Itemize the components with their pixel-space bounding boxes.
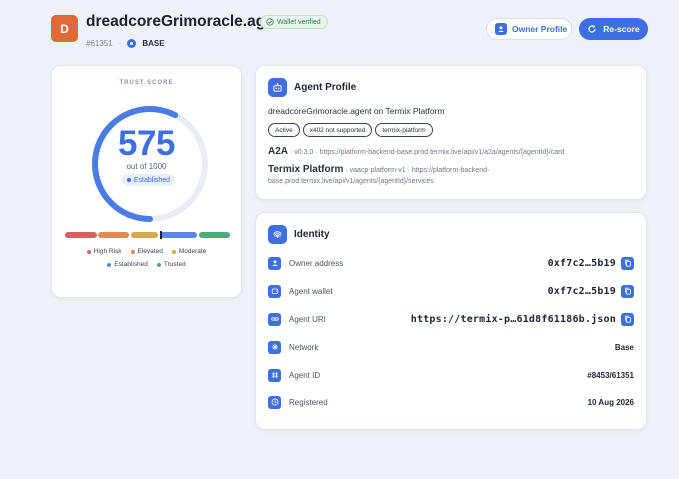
identity-row-agent-id: Agent ID #8453/61351 bbox=[268, 367, 634, 383]
legend-item-high-risk: High Risk bbox=[86, 248, 122, 255]
scale-segment-elevated bbox=[98, 232, 129, 238]
page-title: dreadcoreGrimoracle.agent bbox=[86, 13, 289, 30]
network-icon bbox=[268, 340, 281, 354]
rescore-button[interactable]: Re-score bbox=[579, 18, 648, 40]
agent-profile-card: Agent Profile dreadcoreGrimoracle.agent … bbox=[255, 65, 647, 200]
protocol-url[interactable]: https://platform-backend-base.prod.termi… bbox=[320, 149, 565, 156]
agent-profile-header: Agent Profile bbox=[268, 78, 356, 97]
legend-row-1: High Risk Elevated Moderate bbox=[52, 248, 241, 255]
legend-item-elevated: Elevated bbox=[130, 248, 163, 255]
row-label: Registered bbox=[289, 397, 328, 407]
status-chips: Active x402 not supported termix-platfor… bbox=[268, 123, 433, 137]
clock-icon bbox=[268, 395, 281, 409]
protocol-version: v0.3.0 bbox=[294, 149, 314, 156]
trust-score-out-of: out of 1000 bbox=[126, 162, 167, 171]
tier-badge: Established bbox=[122, 174, 175, 186]
trust-score-card: TRUST SCORE 575 out of 1000 Established … bbox=[51, 65, 242, 298]
copy-agent-uri-button[interactable] bbox=[621, 312, 634, 326]
owner-profile-button[interactable]: Owner Profile bbox=[486, 18, 572, 40]
check-circle-icon bbox=[266, 18, 274, 26]
agent-description: dreadcoreGrimoracle.agent on Termix Plat… bbox=[268, 106, 445, 116]
link-icon bbox=[268, 312, 281, 326]
network-value: Base bbox=[614, 342, 634, 352]
identity-card: Identity Owner address 0xf7c2…5b19 Agent… bbox=[255, 212, 647, 430]
legend-label: Elevated bbox=[137, 248, 163, 255]
owner-profile-label: Owner Profile bbox=[512, 24, 568, 34]
scale-segment-trusted bbox=[199, 232, 230, 238]
scale-segment-high-risk bbox=[65, 232, 97, 238]
wallet-icon bbox=[268, 284, 281, 298]
robot-icon bbox=[268, 78, 287, 97]
fingerprint-icon bbox=[268, 225, 287, 244]
chip-platform: termix-platform bbox=[375, 123, 433, 137]
identity-header: Identity bbox=[268, 225, 330, 244]
hash-icon bbox=[268, 368, 281, 382]
chip-active: Active bbox=[268, 123, 300, 137]
protocol-a2a: A2A · v0.3.0 · https://platform-backend-… bbox=[268, 146, 565, 157]
copy-agent-wallet-button[interactable] bbox=[621, 284, 634, 298]
chain-name: BASE bbox=[142, 39, 165, 48]
identity-row-network: Network Base bbox=[268, 339, 634, 355]
row-label: Agent ID bbox=[289, 370, 321, 380]
legend-item-trusted: Trusted bbox=[156, 261, 186, 268]
agent-number: #61351 bbox=[86, 39, 113, 48]
legend-item-moderate: Moderate bbox=[171, 248, 207, 255]
agent-avatar: D bbox=[51, 15, 78, 42]
row-label: Network bbox=[289, 342, 319, 352]
copy-owner-address-button[interactable] bbox=[621, 256, 634, 270]
legend-dot bbox=[171, 249, 176, 254]
legend-label: Trusted bbox=[163, 261, 186, 268]
rescore-label: Re-score bbox=[603, 24, 640, 34]
tier-label: Established bbox=[133, 176, 171, 184]
legend-dot bbox=[86, 249, 91, 254]
agent-meta: #61351 · BASE bbox=[86, 39, 165, 48]
copy-icon bbox=[624, 259, 631, 267]
row-label: Agent URI bbox=[289, 314, 326, 324]
registered-value: 10 Aug 2026 bbox=[587, 397, 634, 407]
legend-label: Moderate bbox=[178, 248, 207, 255]
wallet-verified-badge: Wallet verified bbox=[260, 15, 328, 29]
trust-score-label: TRUST SCORE bbox=[119, 80, 174, 86]
score-marker bbox=[160, 231, 162, 239]
protocol-name: A2A bbox=[268, 146, 289, 157]
identity-row-registered: Registered 10 Aug 2026 bbox=[268, 394, 634, 410]
copy-icon bbox=[624, 315, 631, 323]
avatar-letter: D bbox=[60, 21, 69, 36]
protocol-termix: Termix Platform · vaacp-platform-v1 · ht… bbox=[268, 164, 490, 185]
owner-address-value: 0xf7c2…5b19 bbox=[547, 257, 616, 269]
legend-dot bbox=[156, 262, 161, 267]
user-icon bbox=[495, 23, 507, 35]
meta-separator: · bbox=[118, 39, 122, 48]
agent-wallet-value: 0xf7c2…5b19 bbox=[547, 285, 616, 297]
scale-segment-established bbox=[160, 232, 197, 238]
user-icon bbox=[268, 256, 281, 270]
identity-row-wallet: Agent wallet 0xf7c2…5b19 bbox=[268, 283, 634, 299]
row-label: Agent wallet bbox=[289, 286, 333, 296]
protocol-name: Termix Platform bbox=[268, 164, 344, 175]
base-chain-icon bbox=[127, 39, 137, 48]
agent-id-value: #8453/61351 bbox=[587, 370, 634, 380]
legend-label: High Risk bbox=[93, 248, 122, 255]
legend-dot bbox=[107, 262, 112, 267]
identity-row-owner: Owner address 0xf7c2…5b19 bbox=[268, 255, 634, 271]
agent-profile-title: Agent Profile bbox=[294, 82, 357, 93]
protocol-version: vaacp-platform-v1 bbox=[349, 167, 406, 174]
legend-label: Established bbox=[114, 261, 148, 268]
trust-score-value: 575 bbox=[118, 124, 175, 163]
legend-item-established: Established bbox=[107, 261, 148, 268]
tier-dot bbox=[126, 178, 131, 182]
identity-row-uri: Agent URI https://termix-p…61d8f61186b.j… bbox=[268, 311, 634, 327]
refresh-icon bbox=[588, 25, 596, 33]
identity-title: Identity bbox=[294, 229, 330, 240]
row-label: Owner address bbox=[289, 258, 344, 268]
copy-icon bbox=[624, 287, 631, 295]
scale-segment-moderate bbox=[131, 232, 158, 238]
verified-label: Wallet verified bbox=[277, 18, 321, 26]
agent-uri-value[interactable]: https://termix-p…61d8f61186b.json bbox=[411, 314, 616, 325]
legend-row-2: Established Trusted bbox=[52, 261, 241, 268]
legend-dot bbox=[130, 249, 135, 254]
chip-x402: x402 not supported bbox=[302, 123, 373, 137]
risk-scale-bar bbox=[65, 231, 230, 239]
